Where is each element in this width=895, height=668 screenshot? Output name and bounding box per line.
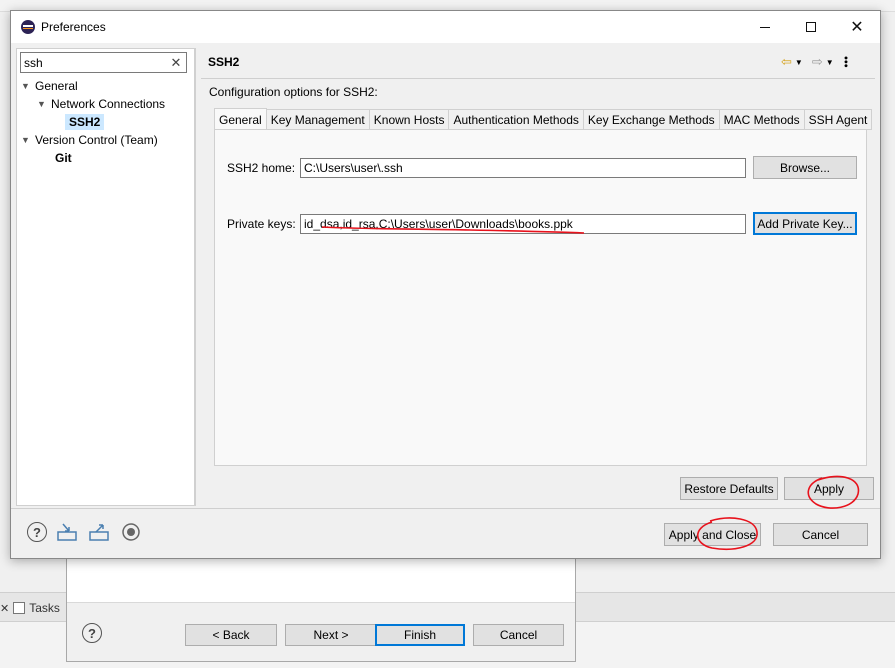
- chevron-down-icon[interactable]: ▼: [826, 58, 834, 67]
- preferences-dialog: Preferences ✕ ssh ✕ ▼ General ▼ Network …: [10, 10, 881, 559]
- page-nav: ⇦ ▼ ⇨ ▼ •••: [781, 53, 852, 71]
- tasks-label: Tasks: [29, 601, 60, 615]
- tree-item-git[interactable]: Git: [55, 149, 72, 167]
- tab-bar: General Key Management Known Hosts Authe…: [214, 108, 873, 130]
- pane-splitter[interactable]: [195, 48, 196, 506]
- chevron-down-icon[interactable]: ▼: [37, 99, 47, 109]
- page-title: SSH2: [208, 55, 240, 69]
- tasks-tab[interactable]: ✕ Tasks: [0, 598, 60, 618]
- tree-item-general[interactable]: ▼ General: [21, 77, 78, 95]
- chevron-down-icon[interactable]: ▼: [21, 81, 31, 91]
- clear-icon[interactable]: ✕: [168, 54, 184, 71]
- chevron-down-icon[interactable]: ▼: [795, 58, 803, 67]
- eclipse-icon: [21, 20, 35, 34]
- next-button[interactable]: Next >: [285, 624, 377, 646]
- apply-and-close-button[interactable]: Apply and Close: [664, 523, 761, 546]
- add-private-key-button[interactable]: Add Private Key...: [753, 212, 857, 235]
- ssh2-home-label: SSH2 home:: [227, 161, 296, 175]
- wizard-content-area: [67, 557, 575, 603]
- filter-value: ssh: [24, 55, 43, 70]
- chevron-down-icon[interactable]: ▼: [21, 135, 31, 145]
- close-icon[interactable]: ✕: [834, 11, 880, 43]
- import-icon[interactable]: [57, 522, 77, 542]
- tab-general[interactable]: General: [214, 108, 267, 130]
- header-separator: [201, 78, 875, 79]
- record-icon[interactable]: [121, 522, 141, 542]
- help-icon[interactable]: ?: [27, 522, 47, 542]
- general-tab-panel: SSH2 home: C:\Users\user\.ssh Browse... …: [214, 129, 867, 466]
- tab-mac-methods[interactable]: MAC Methods: [719, 109, 805, 130]
- view-menu-icon[interactable]: •••: [840, 56, 852, 68]
- maximize-icon[interactable]: [788, 11, 834, 43]
- forward-arrow-icon[interactable]: ⇨: [812, 54, 823, 70]
- bottom-separator: [11, 508, 880, 509]
- tree-item-network-connections[interactable]: ▼ Network Connections: [37, 95, 165, 113]
- tree-item-version-control[interactable]: ▼ Version Control (Team): [21, 131, 158, 149]
- tasks-icon: [13, 602, 26, 614]
- ssh2-home-field[interactable]: C:\Users\user\.ssh: [300, 158, 746, 178]
- apply-button[interactable]: Apply: [784, 477, 874, 500]
- filter-input[interactable]: ssh ✕: [20, 52, 187, 73]
- title-bar: Preferences ✕: [11, 11, 880, 43]
- close-icon[interactable]: ✕: [0, 602, 9, 615]
- wizard-cancel-button[interactable]: Cancel: [473, 624, 564, 646]
- tab-key-management[interactable]: Key Management: [266, 109, 370, 130]
- tab-authentication-methods[interactable]: Authentication Methods: [449, 109, 584, 130]
- tab-key-exchange-methods[interactable]: Key Exchange Methods: [583, 109, 720, 130]
- preference-tree-pane: ssh ✕ ▼ General ▼ Network Connections SS…: [16, 48, 195, 506]
- wizard-dialog: ? < Back Next > Finish Cancel: [66, 556, 576, 662]
- private-keys-label: Private keys:: [227, 217, 296, 231]
- cancel-button[interactable]: Cancel: [773, 523, 868, 546]
- tree-item-ssh2[interactable]: SSH2: [65, 113, 105, 131]
- restore-defaults-button[interactable]: Restore Defaults: [680, 477, 778, 500]
- finish-button[interactable]: Finish: [375, 624, 465, 646]
- page-description: Configuration options for SSH2:: [209, 85, 378, 99]
- tab-known-hosts[interactable]: Known Hosts: [369, 109, 450, 130]
- wizard-help-icon[interactable]: ?: [82, 623, 102, 643]
- browse-button[interactable]: Browse...: [753, 156, 857, 179]
- minimize-icon[interactable]: [742, 11, 788, 43]
- back-arrow-icon[interactable]: ⇦: [781, 54, 792, 70]
- tab-ssh-agent[interactable]: SSH Agent: [804, 109, 873, 130]
- export-icon[interactable]: [89, 522, 109, 542]
- private-keys-field[interactable]: id_dsa,id_rsa,C:\Users\user\Downloads\bo…: [300, 214, 746, 234]
- dialog-title: Preferences: [41, 20, 106, 34]
- back-button[interactable]: < Back: [185, 624, 277, 646]
